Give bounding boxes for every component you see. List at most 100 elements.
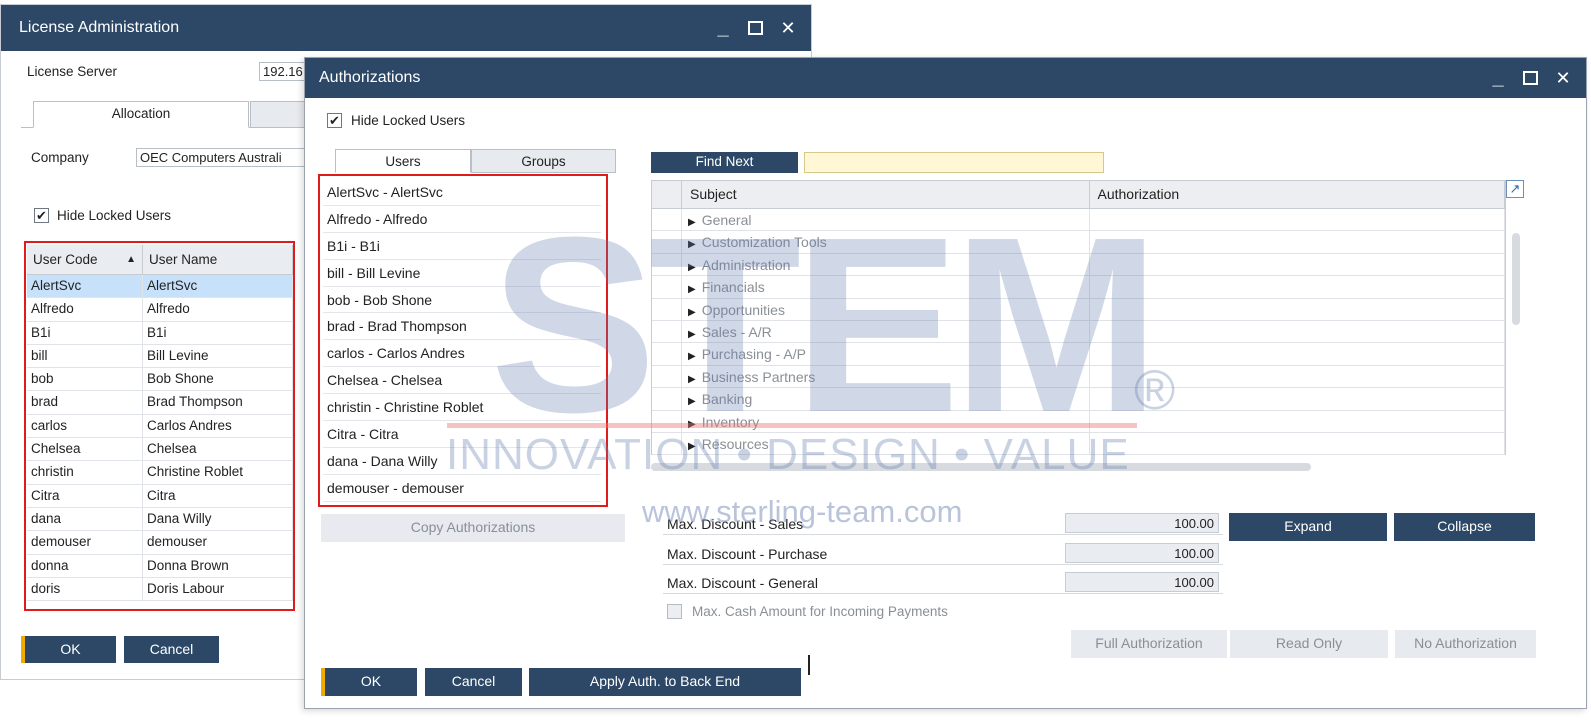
tab-allocation-label: Allocation	[111, 106, 171, 121]
ok-button[interactable]: OK	[321, 668, 417, 696]
close-icon[interactable]: ✕	[1554, 68, 1572, 89]
authorizations-window: Authorizations _ ✕ ✔ Hide Locked Users U…	[304, 57, 1587, 709]
tree-row[interactable]: ▶ Purchasing - A/P	[652, 343, 1505, 366]
cancel-button[interactable]: Cancel	[425, 668, 522, 696]
tree-subject-label: Resources	[701, 435, 769, 452]
tree-row[interactable]: ▶ Banking	[652, 388, 1505, 411]
max-discount-purchase-row: Max. Discount - Purchase 100.00	[663, 543, 1223, 565]
tree-subject-cell: ▶ Resources	[682, 432, 1090, 455]
tree-authorization-cell[interactable]	[1090, 365, 1505, 388]
company-label: Company	[31, 150, 89, 165]
tree-authorization-cell[interactable]	[1090, 432, 1505, 455]
expand-arrow-icon[interactable]: ▶	[688, 239, 696, 250]
cancel-button[interactable]: Cancel	[124, 636, 219, 663]
tree-row-header-cell	[652, 365, 682, 388]
authorization-tree: Subject Authorization ▶ General ▶ Customiza…	[651, 180, 1506, 456]
ok-button[interactable]: OK	[21, 636, 116, 663]
max-discount-general-field[interactable]: 100.00	[1065, 572, 1219, 592]
tab-users[interactable]: Users	[335, 149, 471, 173]
minimize-icon[interactable]: _	[1489, 68, 1507, 88]
tree-row[interactable]: ▶ Resources	[652, 432, 1505, 456]
tree-subject-label: Business Partners	[701, 368, 816, 385]
tree-horizontal-scrollbar[interactable]	[651, 463, 1311, 471]
hide-locked-label: Hide Locked Users	[351, 113, 466, 128]
expand-arrow-icon[interactable]: ▶	[688, 419, 696, 430]
expand-arrow-icon[interactable]: ▶	[688, 217, 696, 228]
tree-authorization-cell[interactable]	[1090, 276, 1505, 298]
expand-arrow-icon[interactable]: ▶	[688, 441, 696, 452]
full-authorization-button[interactable]: Full Authorization	[1071, 630, 1227, 658]
maximize-icon[interactable]	[1523, 71, 1538, 85]
minimize-icon[interactable]: _	[714, 18, 732, 38]
tree-row[interactable]: ▶ Sales - A/R	[652, 320, 1505, 344]
tree-vertical-scrollbar[interactable]	[1512, 233, 1520, 325]
max-discount-general-label: Max. Discount - General	[667, 575, 818, 591]
tree-row-header-cell	[652, 209, 682, 231]
tree-authorization-cell[interactable]	[1090, 298, 1505, 320]
popout-icon[interactable]: ↗	[1506, 180, 1524, 198]
maximize-icon[interactable]	[748, 21, 763, 35]
tree-row-header-cell	[652, 320, 682, 343]
tree-row[interactable]: ▶ General	[652, 209, 1505, 232]
expand-arrow-icon[interactable]: ▶	[688, 351, 696, 362]
hide-locked-checkbox[interactable]: ✔	[327, 113, 342, 128]
auth-window-titlebar[interactable]: Authorizations _ ✕	[305, 58, 1586, 98]
tree-subject-cell: ▶ Banking	[682, 388, 1090, 410]
cash-amount-label: Max. Cash Amount for Incoming Payments	[692, 604, 948, 619]
tree-row[interactable]: ▶ Business Partners	[652, 365, 1505, 389]
tree-row-header-cell	[652, 231, 682, 253]
license-window-title: License Administration	[19, 19, 180, 36]
tree-row-header-cell	[652, 253, 682, 276]
no-authorization-button[interactable]: No Authorization	[1395, 630, 1536, 658]
close-icon[interactable]: ✕	[779, 18, 797, 39]
find-field[interactable]	[804, 152, 1104, 173]
tree-row-header-cell	[652, 298, 682, 320]
tree-authorization-cell[interactable]	[1090, 410, 1505, 432]
tree-authorization-cell[interactable]	[1090, 209, 1505, 231]
expand-arrow-icon[interactable]: ▶	[688, 284, 696, 295]
license-window-titlebar[interactable]: License Administration _ ✕	[1, 5, 811, 51]
tree-authorization-cell[interactable]	[1090, 388, 1505, 410]
max-discount-purchase-label: Max. Discount - Purchase	[667, 546, 828, 562]
expand-arrow-icon[interactable]: ▶	[688, 374, 696, 385]
license-window-controls: _ ✕	[714, 5, 797, 51]
apply-auth-back-end-button[interactable]: Apply Auth. to Back End	[529, 668, 801, 696]
tree-subject-label: Financials	[701, 279, 765, 296]
tree-row[interactable]: ▶ Inventory	[652, 410, 1505, 433]
tree-subject-cell: ▶ Financials	[682, 276, 1090, 298]
expand-arrow-icon[interactable]: ▶	[688, 307, 696, 318]
tree-subject-label: Administration	[701, 256, 791, 273]
tree-authorization-cell[interactable]	[1090, 231, 1505, 253]
tree-row[interactable]: ▶ Opportunities	[652, 298, 1505, 321]
expand-arrow-icon[interactable]: ▶	[688, 262, 696, 273]
tab-groups[interactable]: Groups	[471, 149, 616, 173]
expand-arrow-icon[interactable]: ▶	[688, 329, 696, 340]
tree-subject-label: Customization Tools	[701, 234, 827, 251]
copy-authorizations-button[interactable]: Copy Authorizations	[321, 514, 625, 542]
highlight-box	[24, 241, 295, 611]
tree-row[interactable]: ▶ Administration	[652, 253, 1505, 277]
column-authorization[interactable]: Authorization	[1090, 181, 1505, 208]
tree-authorization-cell[interactable]	[1090, 343, 1505, 365]
company-field[interactable]: OEC Computers Australi	[136, 148, 310, 167]
hide-locked-checkbox[interactable]: ✔	[34, 208, 49, 223]
read-only-button[interactable]: Read Only	[1230, 630, 1388, 658]
tree-subject-label: Sales - A/R	[701, 323, 772, 340]
tab-allocation[interactable]: Allocation	[33, 101, 249, 128]
tab-other[interactable]	[250, 101, 310, 128]
tree-authorization-cell[interactable]	[1090, 320, 1505, 343]
tree-authorization-cell[interactable]	[1090, 253, 1505, 276]
cash-amount-checkbox[interactable]	[667, 604, 682, 619]
tab-groups-label: Groups	[521, 154, 566, 169]
tree-subject-label: Purchasing - A/P	[701, 346, 806, 363]
tree-row[interactable]: ▶ Financials	[652, 276, 1505, 299]
expand-button[interactable]: Expand	[1229, 513, 1387, 541]
column-subject[interactable]: Subject	[682, 181, 1090, 208]
collapse-button[interactable]: Collapse	[1394, 513, 1535, 541]
max-discount-purchase-field[interactable]: 100.00	[1065, 543, 1219, 563]
license-server-field[interactable]: 192.16	[259, 62, 309, 81]
find-next-button[interactable]: Find Next	[651, 152, 798, 173]
tree-row[interactable]: ▶ Customization Tools	[652, 231, 1505, 254]
max-discount-sales-field[interactable]: 100.00	[1065, 513, 1219, 533]
expand-arrow-icon[interactable]: ▶	[688, 396, 696, 407]
